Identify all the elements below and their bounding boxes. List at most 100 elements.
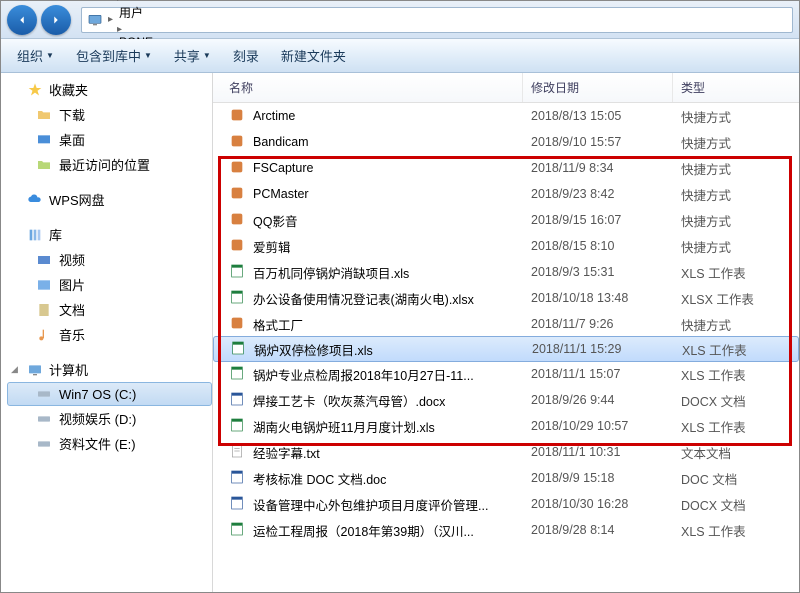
file-row[interactable]: 格式工厂2018/11/7 9:26快捷方式 [213,311,799,337]
sidebar-documents[interactable]: 文档 [7,297,212,322]
file-type: XLS 工作表 [673,521,799,540]
sidebar-drive-e[interactable]: 资料文件 (E:) [7,431,212,456]
sidebar-recent[interactable]: 最近访问的位置 [7,152,212,177]
file-name: 百万机同停锅炉消缺项目.xls [253,263,409,282]
file-name: QQ影音 [253,211,297,230]
file-icon [229,365,247,383]
col-name[interactable]: 名称 [213,73,523,102]
file-row[interactable]: 经验字幕.txt2018/11/1 10:31文本文档 [213,439,799,465]
file-date: 2018/9/15 16:07 [523,213,673,227]
file-date: 2018/10/29 10:57 [523,419,673,433]
file-type: 快捷方式 [673,107,799,126]
picture-icon [35,276,53,294]
chevron-right-icon: ▸ [106,14,115,25]
wps-group[interactable]: WPS网盘 [7,187,212,212]
file-date: 2018/8/13 15:05 [523,109,673,123]
sidebar-music[interactable]: 音乐 [7,322,212,347]
file-name: 爱剪辑 [253,237,291,256]
file-name: 格式工厂 [253,315,303,334]
file-date: 2018/9/28 8:14 [523,523,673,537]
libraries-group[interactable]: 库 [7,222,212,247]
breadcrumb-item[interactable]: 用户 [115,4,194,21]
video-icon [35,251,53,269]
drive-icon [35,435,53,453]
back-button[interactable] [7,5,37,35]
file-row[interactable]: 爱剪辑2018/8/15 8:10快捷方式 [213,233,799,259]
files: Arctime2018/8/13 15:05快捷方式Bandicam2018/9… [213,103,799,543]
file-date: 2018/9/3 15:31 [523,265,673,279]
wps-label: WPS网盘 [49,190,105,209]
file-date: 2018/9/23 8:42 [523,187,673,201]
file-icon [229,237,247,255]
file-type: 快捷方式 [673,185,799,204]
file-name: 湖南火电锅炉班11月月度计划.xls [253,417,435,436]
file-row[interactable]: Arctime2018/8/13 15:05快捷方式 [213,103,799,129]
file-row[interactable]: 考核标准 DOC 文档.doc2018/9/9 15:18DOC 文档 [213,465,799,491]
new-folder-button[interactable]: 新建文件夹 [273,42,354,69]
file-row[interactable]: 办公设备使用情况登记表(湖南火电).xlsx2018/10/18 13:48XL… [213,285,799,311]
star-icon [26,81,44,99]
file-icon [229,417,247,435]
file-row[interactable]: PCMaster2018/9/23 8:42快捷方式 [213,181,799,207]
file-name: 办公设备使用情况登记表(湖南火电).xlsx [253,289,474,308]
file-row[interactable]: QQ影音2018/9/15 16:07快捷方式 [213,207,799,233]
file-type: DOCX 文档 [673,391,799,410]
file-icon [229,495,247,513]
chevron-down-icon: ▼ [144,51,152,60]
forward-button[interactable] [41,5,71,35]
file-row[interactable]: 焊接工艺卡（吹灰蒸汽母管）.docx2018/9/26 9:44DOCX 文档 [213,387,799,413]
sidebar-desktop[interactable]: 桌面 [7,127,212,152]
organize-menu[interactable]: 组织 ▼ [9,42,62,69]
file-type: DOCX 文档 [673,495,799,514]
file-name: 运检工程周报（2018年第39期）（汉川... [253,521,474,540]
file-icon [229,263,247,281]
file-row[interactable]: 锅炉双停检修项目.xls2018/11/1 15:29XLS 工作表 [213,336,799,362]
libraries-label: 库 [49,225,62,244]
favorites-group[interactable]: 收藏夹 [7,77,212,102]
file-type: XLS 工作表 [673,263,799,282]
file-date: 2018/8/15 8:10 [523,239,673,253]
sidebar-downloads[interactable]: 下载 [7,102,212,127]
chevron-down-icon: ▼ [46,51,54,60]
file-type: DOC 文档 [673,469,799,488]
file-name: 经验字幕.txt [253,443,320,462]
desktop-icon [35,131,53,149]
file-type: XLSX 工作表 [673,289,799,308]
file-icon [229,289,247,307]
file-name: 焊接工艺卡（吹灰蒸汽母管）.docx [253,391,445,410]
file-date: 2018/11/1 15:29 [524,342,674,356]
file-date: 2018/11/7 9:26 [523,317,673,331]
file-date: 2018/11/9 8:34 [523,161,673,175]
address-bar[interactable]: ▸ 计算机▸Win7 OS (C:)▸用户▸PONE▸桌面▸ [81,7,793,33]
file-row[interactable]: FSCapture2018/11/9 8:34快捷方式 [213,155,799,181]
col-type[interactable]: 类型 [673,73,799,102]
file-type: 文本文档 [673,443,799,462]
folder-down-icon [35,106,53,124]
include-library-menu[interactable]: 包含到库中 ▼ [68,42,160,69]
file-type: 快捷方式 [673,159,799,178]
computer-group[interactable]: ◢ 计算机 [7,357,212,382]
file-row[interactable]: 百万机同停锅炉消缺项目.xls 2018/9/3 15:31XLS 工作表 [213,259,799,285]
file-icon [229,315,247,333]
file-row[interactable]: 湖南火电锅炉班11月月度计划.xls2018/10/29 10:57XLS 工作… [213,413,799,439]
computer-icon [26,361,44,379]
file-icon [229,211,247,229]
file-date: 2018/9/10 15:57 [523,135,673,149]
file-row[interactable]: 运检工程周报（2018年第39期）（汉川... 2018/9/28 8:14XLS… [213,517,799,543]
file-date: 2018/9/9 15:18 [523,471,673,485]
file-row[interactable]: Bandicam2018/9/10 15:57快捷方式 [213,129,799,155]
sidebar-videos[interactable]: 视频 [7,247,212,272]
sidebar-drive-c[interactable]: Win7 OS (C:) [7,382,212,406]
toolbar: 组织 ▼ 包含到库中 ▼ 共享 ▼ 刻录 新建文件夹 [1,39,799,73]
computer-icon [86,11,104,29]
file-date: 2018/10/30 16:28 [523,497,673,511]
sidebar-drive-d[interactable]: 视频娱乐 (D:) [7,406,212,431]
file-row[interactable]: 设备管理中心外包维护项目月度评价管理...2018/10/30 16:28DOC… [213,491,799,517]
sidebar-pictures[interactable]: 图片 [7,272,212,297]
share-menu[interactable]: 共享 ▼ [166,42,219,69]
file-row[interactable]: 锅炉专业点检周报2018年10月27日-11...2018/11/1 15:07… [213,361,799,387]
burn-button[interactable]: 刻录 [225,42,267,69]
chevron-right-icon: ▸ [115,24,124,35]
file-icon [229,133,247,151]
col-date[interactable]: 修改日期 [523,73,673,102]
